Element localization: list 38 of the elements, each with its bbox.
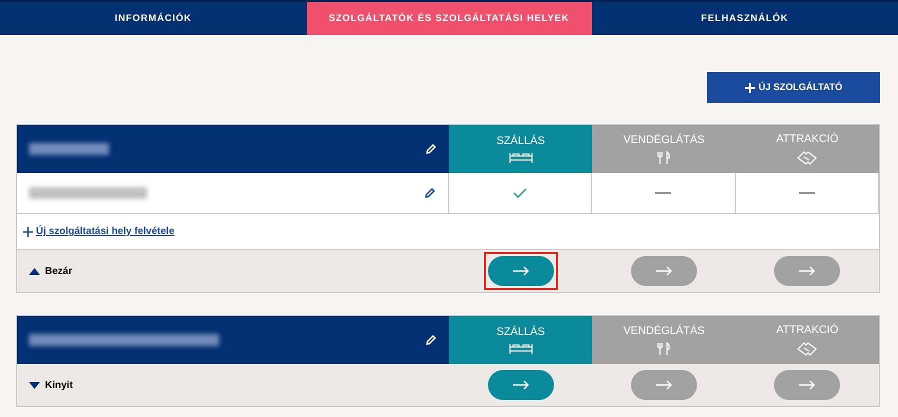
- category-label: VENDÉGLÁTÁS: [623, 324, 705, 336]
- add-place-link[interactable]: Új szolgáltatási hely felvétele: [36, 226, 174, 237]
- arrow-icon: [798, 266, 816, 276]
- toggle-button[interactable]: Kinyit: [17, 364, 449, 406]
- check-icon: [513, 188, 528, 198]
- arrow-icon: [654, 266, 673, 276]
- ticket-icon: [797, 150, 818, 166]
- nav-tab[interactable]: FELHASZNÁLÓK: [592, 2, 898, 35]
- pencil-icon[interactable]: [424, 187, 436, 199]
- caret-up-icon: [29, 268, 40, 274]
- plus-icon: [744, 82, 755, 92]
- go-button[interactable]: [774, 256, 840, 286]
- plus-icon: [23, 226, 33, 236]
- cutlery-icon: [656, 150, 671, 164]
- arrow-icon: [512, 380, 530, 390]
- bed-icon: [508, 152, 533, 164]
- category-label: SZÁLLÁS: [496, 134, 545, 146]
- category-label: ATTRAKCIÓ: [776, 132, 838, 144]
- ticket-icon: [797, 340, 818, 356]
- go-button[interactable]: [774, 370, 840, 400]
- nav-tab[interactable]: INFORMÁCIÓK: [0, 2, 306, 35]
- arrow-icon: [798, 380, 816, 390]
- go-button[interactable]: [630, 256, 697, 286]
- go-button[interactable]: [488, 370, 554, 400]
- dash-icon: [655, 192, 672, 194]
- arrow-icon: [654, 380, 673, 390]
- go-button[interactable]: [488, 256, 554, 286]
- dash-icon: [798, 192, 815, 194]
- new-provider-button[interactable]: ÚJ SZOLGÁLTATÓ: [707, 72, 880, 103]
- go-button[interactable]: [630, 370, 697, 400]
- category-label: VENDÉGLÁTÁS: [623, 134, 705, 146]
- cutlery-icon: [656, 342, 671, 356]
- category-label: ATTRAKCIÓ: [776, 324, 838, 336]
- arrow-icon: [512, 266, 530, 276]
- category-label: SZÁLLÁS: [496, 326, 545, 338]
- caret-down-icon: [29, 382, 40, 388]
- toggle-button[interactable]: Bezár: [17, 250, 449, 292]
- bed-icon: [508, 342, 533, 354]
